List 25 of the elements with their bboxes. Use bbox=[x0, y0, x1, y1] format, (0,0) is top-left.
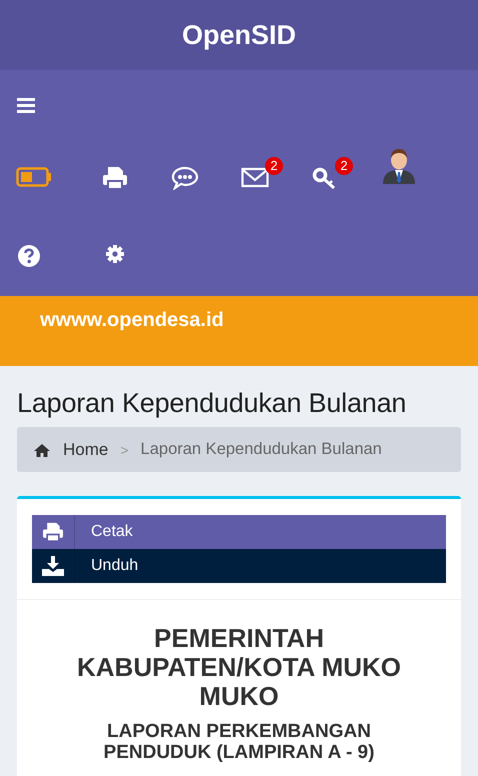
key-icon[interactable] bbox=[312, 166, 338, 190]
report-heading: PEMERINTAH KABUPATEN/KOTA MUKO MUKO bbox=[77, 624, 401, 711]
menu-button[interactable] bbox=[17, 96, 35, 114]
menu-icon bbox=[17, 97, 35, 113]
breadcrumb-separator: > bbox=[120, 442, 129, 458]
download-icon bbox=[42, 556, 64, 576]
help-icon[interactable] bbox=[17, 244, 41, 268]
notification-count: 2 bbox=[335, 157, 353, 175]
print-button[interactable]: Cetak bbox=[32, 515, 446, 549]
breadcrumb-current: Laporan Kependudukan Bulanan bbox=[140, 440, 382, 459]
notification-count: 2 bbox=[265, 157, 283, 175]
envelope-icon[interactable] bbox=[241, 166, 269, 188]
printer-icon[interactable] bbox=[102, 166, 128, 190]
report-subheading: LAPORAN PERKEMBANGAN PENDUDUK (LAMPIRAN A - 9) bbox=[102, 721, 376, 763]
banner-text: wwww.opendesa.id bbox=[40, 309, 224, 331]
breadcrumb-link[interactable]: Home bbox=[63, 440, 108, 460]
printer-icon bbox=[42, 522, 64, 542]
chat-icon[interactable] bbox=[171, 166, 199, 190]
home-icon bbox=[33, 442, 51, 456]
download-button[interactable]: Unduh bbox=[32, 549, 446, 583]
battery-icon[interactable] bbox=[16, 166, 52, 188]
user-avatar-icon[interactable] bbox=[381, 146, 417, 186]
page-title: Laporan Kependudukan Bulanan bbox=[17, 387, 408, 419]
app-title[interactable]: OpenSID bbox=[182, 20, 296, 50]
settings-icon[interactable] bbox=[105, 244, 125, 264]
